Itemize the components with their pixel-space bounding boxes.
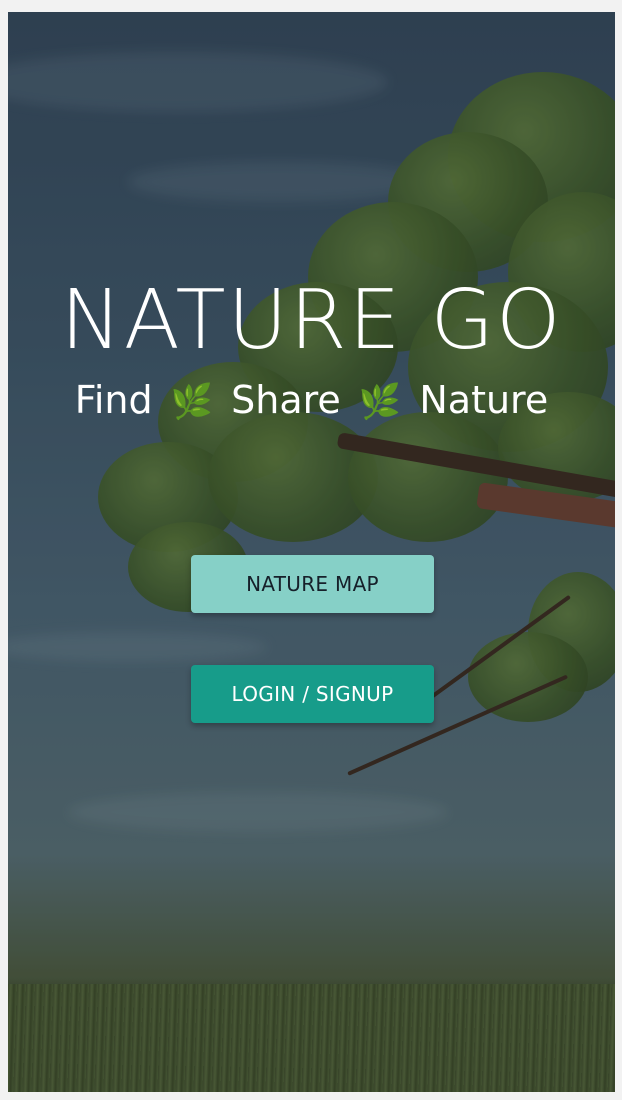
app-screen: NATURE GO Find 🌿 Share 🌿 Nature NATURE M… bbox=[8, 12, 615, 1092]
app-title: NATURE GO bbox=[60, 273, 563, 368]
herb-icon: 🌿 bbox=[358, 382, 402, 422]
nature-map-button[interactable]: NATURE MAP bbox=[191, 555, 434, 613]
tagline-word-nature: Nature bbox=[419, 378, 549, 422]
tagline-word-find: Find bbox=[74, 378, 153, 422]
tagline-word-share: Share bbox=[231, 378, 341, 422]
tagline: Find 🌿 Share 🌿 Nature bbox=[8, 378, 615, 424]
login-signup-button[interactable]: LOGIN / SIGNUP bbox=[191, 665, 434, 723]
landing-content: NATURE GO Find 🌿 Share 🌿 Nature NATURE M… bbox=[8, 12, 615, 1092]
herb-icon: 🌿 bbox=[170, 382, 214, 422]
